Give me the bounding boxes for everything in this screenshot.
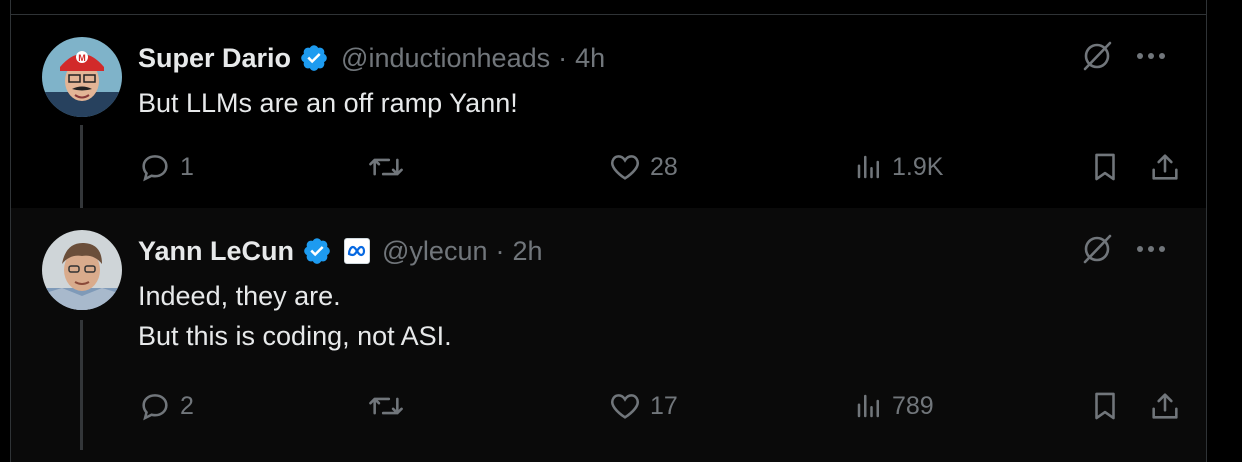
like-count: 28 bbox=[650, 152, 678, 181]
avatar[interactable] bbox=[42, 230, 122, 310]
reply-button[interactable]: 1 bbox=[138, 147, 194, 187]
verified-badge-icon[interactable] bbox=[302, 236, 332, 266]
tweet-text: But LLMs are an off ramp Yann! bbox=[138, 83, 518, 123]
more-icon[interactable] bbox=[1136, 51, 1166, 61]
tweet-text-line: But this is coding, not ASI. bbox=[138, 321, 452, 351]
verified-badge-icon[interactable] bbox=[299, 43, 329, 73]
views-button[interactable]: 789 bbox=[854, 386, 934, 426]
timestamp[interactable]: 2h bbox=[512, 236, 542, 267]
author-handle[interactable]: @ylecun bbox=[382, 236, 487, 267]
separator-dot: · bbox=[558, 42, 568, 73]
views-count: 1.9K bbox=[892, 152, 944, 181]
author-name[interactable]: Yann LeCun bbox=[138, 236, 294, 267]
reply-icon bbox=[142, 394, 168, 421]
share-icon bbox=[1152, 393, 1178, 419]
tweet-actions: 2 17 789 bbox=[138, 386, 1178, 426]
thread-line bbox=[80, 125, 83, 208]
like-button[interactable]: 28 bbox=[608, 147, 678, 187]
reply-count: 1 bbox=[180, 152, 194, 181]
tweet-top-actions bbox=[1080, 39, 1166, 73]
author-handle[interactable]: @inductionheads bbox=[341, 43, 550, 74]
like-button[interactable]: 17 bbox=[608, 386, 678, 426]
frame-right-border bbox=[1206, 0, 1207, 462]
views-button[interactable]: 1.9K bbox=[854, 147, 943, 187]
views-count: 789 bbox=[892, 391, 934, 420]
timestamp[interactable]: 4h bbox=[575, 43, 605, 74]
tweet-header: Yann LeCun @ylecun · 2h bbox=[138, 234, 543, 268]
tweet-text-line: Indeed, they are. bbox=[138, 281, 341, 311]
tweet-top-actions bbox=[1080, 232, 1166, 266]
reply-icon bbox=[142, 155, 168, 182]
bookmark-icon bbox=[1095, 153, 1115, 181]
views-icon bbox=[857, 394, 879, 418]
grok-icon[interactable] bbox=[1080, 39, 1114, 73]
tweet-text: Indeed, they are. But this is coding, no… bbox=[138, 276, 452, 356]
more-icon[interactable] bbox=[1136, 244, 1166, 254]
views-icon bbox=[857, 155, 879, 179]
bookmark-button[interactable] bbox=[1088, 147, 1122, 187]
bookmark-icon bbox=[1095, 392, 1115, 420]
reply-count: 2 bbox=[180, 391, 194, 420]
bookmark-button[interactable] bbox=[1088, 386, 1122, 426]
tweet-actions: 1 28 1.9K bbox=[138, 147, 1178, 187]
retweet-icon bbox=[369, 158, 403, 176]
author-name[interactable]: Super Dario bbox=[138, 43, 291, 74]
share-icon bbox=[1152, 154, 1178, 180]
svg-text:M: M bbox=[78, 53, 86, 63]
reply-button[interactable]: 2 bbox=[138, 386, 194, 426]
retweet-button[interactable] bbox=[366, 147, 406, 187]
avatar[interactable]: M bbox=[42, 37, 122, 117]
share-button[interactable] bbox=[1148, 147, 1182, 187]
grok-icon[interactable] bbox=[1080, 232, 1114, 266]
retweet-button[interactable] bbox=[366, 386, 406, 426]
share-button[interactable] bbox=[1148, 386, 1182, 426]
like-icon bbox=[611, 394, 639, 419]
tweet-super-dario[interactable]: M Super Dario @inductionheads · 4h But L… bbox=[11, 15, 1206, 208]
thread-line bbox=[80, 320, 83, 450]
like-count: 17 bbox=[650, 391, 678, 420]
tweet-text-line: But LLMs are an off ramp Yann! bbox=[138, 88, 518, 118]
like-icon bbox=[611, 155, 639, 180]
separator-dot: · bbox=[495, 235, 505, 266]
tweet-yann-lecun[interactable]: Yann LeCun @ylecun · 2h Indeed, they are… bbox=[11, 208, 1206, 462]
tweet-header: Super Dario @inductionheads · 4h bbox=[138, 41, 605, 75]
retweet-icon bbox=[369, 397, 403, 415]
meta-logo-icon[interactable] bbox=[344, 238, 371, 264]
